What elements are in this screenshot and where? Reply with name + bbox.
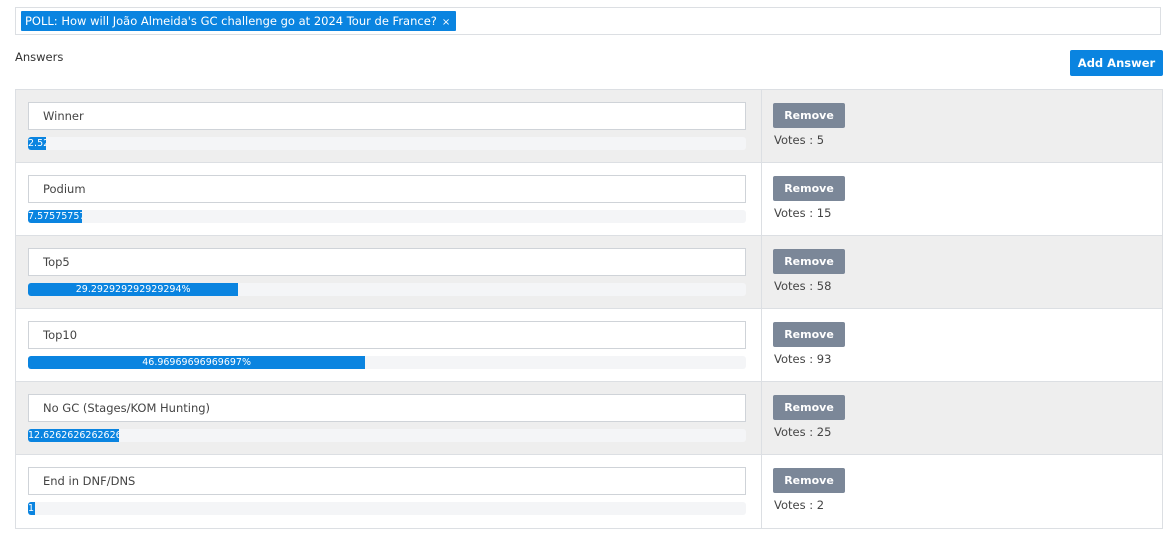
answer-row: 2.525252525252525% Remove Votes : 5 xyxy=(15,90,1163,163)
answer-text-input[interactable] xyxy=(28,175,746,203)
vote-count: Votes : 2 xyxy=(774,498,825,512)
answer-row: 1.0101010101010102% Remove Votes : 2 xyxy=(15,455,1163,529)
vote-progress-track: 1.0101010101010102% xyxy=(28,502,746,515)
answer-row: 12.626262626262626% Remove Votes : 25 xyxy=(15,382,1163,455)
answers-table: 2.525252525252525% Remove Votes : 5 7.57575… xyxy=(15,89,1163,529)
answer-text-input[interactable] xyxy=(28,394,746,422)
poll-tag: POLL: How will João Almeida's GC challen… xyxy=(21,11,457,31)
remove-answer-button[interactable]: Remove xyxy=(773,103,845,128)
add-answer-button[interactable]: Add Answer xyxy=(1070,50,1163,76)
vote-progress-track: 46.96969696969697% xyxy=(28,356,746,369)
answer-cell: 2.525252525252525% xyxy=(16,90,762,162)
answer-cell: 12.626262626262626% xyxy=(16,382,762,454)
answer-text-input[interactable] xyxy=(28,102,746,130)
tag-remove-icon[interactable]: × xyxy=(442,17,450,28)
remove-answer-button[interactable]: Remove xyxy=(773,395,845,420)
remove-answer-button[interactable]: Remove xyxy=(773,176,845,201)
answer-text-input[interactable] xyxy=(28,467,746,495)
remove-answer-button[interactable]: Remove xyxy=(773,249,845,274)
answers-heading: Answers xyxy=(15,50,64,64)
poll-tag-input[interactable]: POLL: How will João Almeida's GC challen… xyxy=(15,7,1161,35)
vote-count: Votes : 58 xyxy=(774,279,832,293)
vote-progress-bar: 12.626262626262626% xyxy=(28,429,119,442)
vote-progress-track: 29.292929292929294% xyxy=(28,283,746,296)
vote-count: Votes : 25 xyxy=(774,425,832,439)
vote-progress-track: 12.626262626262626% xyxy=(28,429,746,442)
answer-text-input[interactable] xyxy=(28,248,746,276)
answer-text-input[interactable] xyxy=(28,321,746,349)
answer-row: 29.292929292929294% Remove Votes : 58 xyxy=(15,236,1163,309)
answer-cell: 46.96969696969697% xyxy=(16,309,762,381)
answer-cell: 1.0101010101010102% xyxy=(16,455,762,528)
vote-progress-bar: 29.292929292929294% xyxy=(28,283,239,296)
answer-row: 46.96969696969697% Remove Votes : 93 xyxy=(15,309,1163,382)
vote-count: Votes : 15 xyxy=(774,206,832,220)
poll-tag-label: POLL: How will João Almeida's GC challen… xyxy=(25,14,437,28)
vote-progress-bar: 7.575757575757576% xyxy=(28,210,83,223)
answer-row: 7.575757575757576% Remove Votes : 15 xyxy=(15,163,1163,236)
vote-progress-bar: 2.525252525252525% xyxy=(28,137,47,150)
vote-progress-bar: 46.96969696969697% xyxy=(28,356,366,369)
answer-cell: 29.292929292929294% xyxy=(16,236,762,308)
remove-answer-button[interactable]: Remove xyxy=(773,322,845,347)
answer-cell: 7.575757575757576% xyxy=(16,163,762,235)
remove-answer-button[interactable]: Remove xyxy=(773,468,845,493)
vote-count: Votes : 5 xyxy=(774,133,825,147)
vote-progress-track: 2.525252525252525% xyxy=(28,137,746,150)
vote-progress-bar: 1.0101010101010102% xyxy=(28,502,36,515)
vote-progress-track: 7.575757575757576% xyxy=(28,210,746,223)
vote-count: Votes : 93 xyxy=(774,352,832,366)
